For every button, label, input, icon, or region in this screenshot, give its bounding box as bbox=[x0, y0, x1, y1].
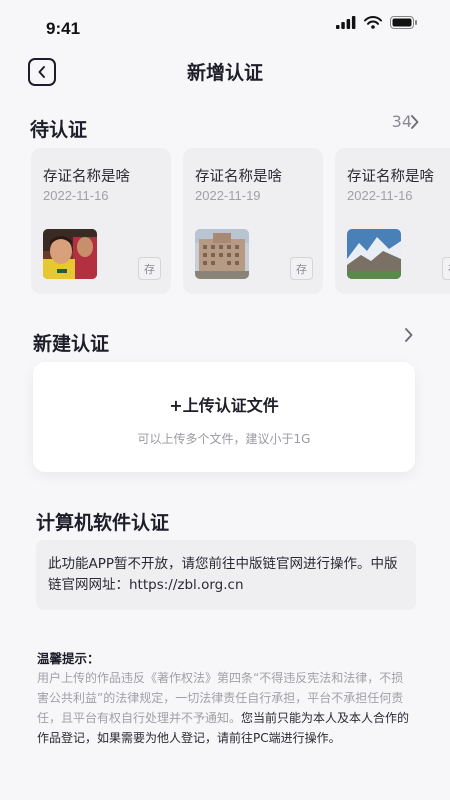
software-cert-info-text: 此功能APP暂不开放，请您前往中版链官网进行操作。中版链官网网址：https:/… bbox=[48, 556, 398, 593]
signal-icon bbox=[336, 16, 356, 29]
card-date: 2022-11-16 bbox=[43, 188, 109, 203]
wifi-icon bbox=[364, 16, 382, 29]
card-date: 2022-11-19 bbox=[195, 188, 261, 203]
upload-area[interactable]: +上传认证文件 可以上传多个文件，建议小于1G bbox=[33, 362, 415, 472]
upload-hint: 可以上传多个文件，建议小于1G bbox=[137, 432, 311, 446]
card-thumbnail bbox=[195, 229, 249, 279]
card-date: 2022-11-16 bbox=[347, 188, 413, 203]
card-tag: 存 bbox=[442, 257, 450, 280]
nav-bar: 新增认证 bbox=[0, 52, 450, 90]
upload-button[interactable]: +上传认证文件 bbox=[33, 392, 415, 416]
tips-body: 用户上传的作品违反《著作权法》第四条“不得违反宪法和法律，不损害公共利益”的法律… bbox=[37, 668, 415, 748]
card-name: 存证名称是啥 bbox=[195, 169, 282, 185]
pending-card-list[interactable]: 存证名称是啥 2022-11-16 存 存证名称是啥 2022-11-19 存 … bbox=[31, 148, 450, 296]
chevron-right-icon[interactable] bbox=[410, 114, 420, 130]
pending-card[interactable]: 存证名称是啥 2022-11-19 存 bbox=[183, 148, 323, 294]
chevron-right-icon[interactable] bbox=[404, 327, 414, 343]
pending-card[interactable]: 存证名称是啥 2022-11-16 存 bbox=[335, 148, 450, 294]
card-thumbnail bbox=[43, 229, 97, 279]
pending-card[interactable]: 存证名称是啥 2022-11-16 存 bbox=[31, 148, 171, 294]
card-name: 存证名称是啥 bbox=[347, 169, 434, 185]
battery-icon bbox=[390, 16, 417, 29]
page-title: 新增认证 bbox=[186, 62, 263, 84]
pending-count[interactable]: 34 bbox=[392, 112, 412, 131]
card-tag: 存 bbox=[138, 257, 161, 280]
software-cert-section-title: 计算机软件认证 bbox=[36, 512, 170, 534]
tips-title: 温馨提示： bbox=[37, 651, 100, 666]
new-cert-section-title: 新建认证 bbox=[33, 333, 110, 355]
status-time: 9:41 bbox=[46, 19, 81, 38]
status-icons bbox=[336, 16, 418, 29]
software-cert-info-box: 此功能APP暂不开放，请您前往中版链官网进行操作。中版链官网网址：https:/… bbox=[36, 540, 416, 610]
card-name: 存证名称是啥 bbox=[43, 169, 130, 185]
status-bar: 9:41 bbox=[0, 0, 450, 52]
card-thumbnail bbox=[347, 229, 401, 279]
card-tag: 存 bbox=[290, 257, 313, 280]
pending-section-title: 待认证 bbox=[30, 119, 88, 141]
